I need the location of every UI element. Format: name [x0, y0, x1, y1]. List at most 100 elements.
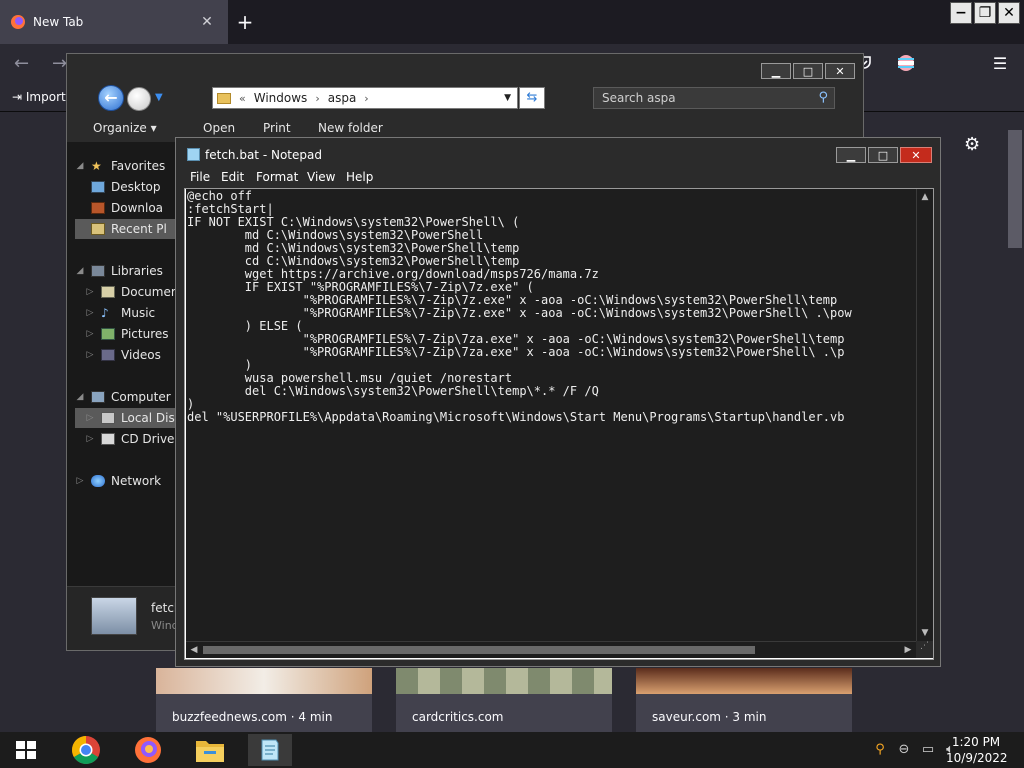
- expand-arrow-icon[interactable]: ◢: [75, 161, 85, 171]
- story-card[interactable]: saveur.com · 3 min: [636, 668, 852, 732]
- story-card[interactable]: buzzfeednews.com · 4 min: [156, 668, 372, 732]
- breadcrumb-overflow[interactable]: «: [239, 92, 246, 105]
- minimize-button[interactable]: −: [950, 2, 972, 24]
- minimize-button[interactable]: ▁: [761, 63, 791, 79]
- taskbar-file-explorer[interactable]: [188, 734, 232, 766]
- sidebar-label: Desktop: [111, 180, 161, 194]
- sidebar-item-network[interactable]: ▷ Network: [75, 471, 179, 491]
- notepad-title-bar[interactable]: fetch.bat - Notepad ▁ □ ✕: [176, 138, 940, 168]
- scroll-left-icon[interactable]: ◀: [186, 642, 202, 658]
- status-icon[interactable]: ⊖: [896, 742, 912, 758]
- forward-arrow-icon[interactable]: →: [52, 53, 67, 74]
- restore-button[interactable]: ❐: [974, 2, 996, 24]
- menu-help[interactable]: Help: [346, 170, 373, 184]
- file-content: @echo off :fetchStart| IF NOT EXIST C:\W…: [187, 189, 852, 424]
- close-button[interactable]: ✕: [998, 2, 1020, 24]
- chevron-right-icon[interactable]: ▷: [75, 476, 85, 486]
- maximize-button[interactable]: □: [868, 147, 898, 163]
- network-icon[interactable]: ▭: [920, 742, 936, 758]
- sidebar-item-documents[interactable]: ▷ Documer: [75, 282, 179, 302]
- toolbar-icons: ☰: [854, 54, 1010, 74]
- sidebar-item-computer[interactable]: ◢ Computer: [75, 387, 179, 407]
- menu-file[interactable]: File: [190, 170, 210, 184]
- chevron-down-icon[interactable]: ▼: [504, 93, 511, 103]
- menu-edit[interactable]: Edit: [221, 170, 244, 184]
- maximize-button[interactable]: □: [793, 63, 823, 79]
- notepad-title: fetch.bat - Notepad: [205, 148, 322, 162]
- sidebar-item-favorites[interactable]: ◢ ★ Favorites: [75, 156, 179, 176]
- search-icon[interactable]: ⚲: [872, 742, 888, 758]
- chevron-right-icon[interactable]: ▷: [85, 434, 95, 444]
- chevron-right-icon[interactable]: ▷: [85, 413, 95, 423]
- breadcrumb-windows[interactable]: Windows: [254, 91, 308, 105]
- extensions-icon[interactable]: [938, 54, 968, 74]
- windows-start-icon[interactable]: [16, 741, 36, 759]
- chevron-right-icon[interactable]: ›: [364, 92, 368, 105]
- chevron-right-icon[interactable]: ›: [315, 92, 319, 105]
- sidebar-item-videos[interactable]: ▷ Videos: [75, 345, 179, 365]
- horizontal-scrollbar[interactable]: ◀ ▶: [186, 641, 916, 658]
- scroll-up-icon[interactable]: ▲: [917, 189, 933, 205]
- horizontal-scroll-thumb[interactable]: [203, 646, 755, 654]
- chevron-right-icon[interactable]: ▷: [85, 287, 95, 297]
- tab-new-tab[interactable]: New Tab ✕: [0, 0, 228, 44]
- back-arrow-icon[interactable]: ←: [14, 53, 29, 74]
- story-source: saveur.com · 3 min: [652, 710, 767, 724]
- sidebar-item-music[interactable]: ▷ ♪ Music: [75, 303, 179, 323]
- menu-format[interactable]: Format: [256, 170, 298, 184]
- tab-close-icon[interactable]: ✕: [198, 14, 216, 30]
- taskbar-firefox[interactable]: [126, 734, 170, 766]
- refresh-button[interactable]: ⇆: [519, 87, 545, 109]
- text-area[interactable]: @echo off :fetchStart| IF NOT EXIST C:\W…: [186, 189, 916, 641]
- gear-icon[interactable]: ⚙: [964, 134, 980, 155]
- open-button[interactable]: Open: [203, 121, 235, 135]
- sidebar-item-pictures[interactable]: ▷ Pictures: [75, 324, 179, 344]
- chevron-right-icon[interactable]: ▷: [85, 350, 95, 360]
- resize-grip-icon[interactable]: ⋰: [916, 641, 933, 658]
- breadcrumb-aspa[interactable]: aspa: [328, 91, 357, 105]
- sidebar-item-downloads[interactable]: Downloa: [75, 198, 179, 218]
- recent-pages-dropdown-icon[interactable]: ▼: [155, 92, 163, 103]
- sidebar-item-desktop[interactable]: Desktop: [75, 177, 179, 197]
- sidebar-label: CD Drive: [121, 432, 175, 446]
- sidebar-item-cd-drive[interactable]: ▷ CD Drive: [75, 429, 179, 449]
- new-folder-button[interactable]: New folder: [318, 121, 383, 135]
- menu-hamburger-icon[interactable]: ☰: [990, 54, 1010, 74]
- taskbar-chrome[interactable]: [64, 734, 108, 766]
- print-button[interactable]: Print: [263, 121, 291, 135]
- address-bar[interactable]: « Windows › aspa › ▼: [212, 87, 518, 109]
- sidebar-item-local-disk[interactable]: ▷ Local Disk: [75, 408, 179, 428]
- close-button[interactable]: ✕: [825, 63, 855, 79]
- menu-view[interactable]: View: [307, 170, 335, 184]
- notepad-window-controls: ▁ □ ✕: [836, 147, 932, 163]
- batch-file-icon: [91, 597, 137, 635]
- close-button[interactable]: ✕: [900, 147, 932, 163]
- new-tab-button[interactable]: +: [234, 11, 256, 33]
- minimize-button[interactable]: ▁: [836, 147, 866, 163]
- page-scroll-thumb[interactable]: [1008, 130, 1022, 248]
- cd-drive-icon: [101, 433, 115, 445]
- notepad-icon: [261, 739, 279, 761]
- expand-arrow-icon[interactable]: ◢: [75, 266, 85, 276]
- system-tray: ⚲ ⊖ ▭ 🔈︎ 1:20 PM 10/9/2022: [844, 732, 1024, 768]
- downloads-icon: [91, 202, 105, 214]
- organize-button[interactable]: Organize ▾: [93, 121, 157, 135]
- search-icon[interactable]: ⚲: [818, 88, 828, 108]
- back-button[interactable]: ←: [98, 85, 124, 111]
- import-bookmarks-link[interactable]: ⇥ Import: [12, 90, 66, 104]
- vertical-scrollbar[interactable]: ▲ ▼: [916, 189, 933, 641]
- taskbar-notepad[interactable]: [248, 734, 292, 766]
- account-avatar-icon[interactable]: [896, 54, 916, 74]
- story-card[interactable]: cardcritics.com: [396, 668, 612, 732]
- forward-button[interactable]: [127, 87, 151, 111]
- search-input[interactable]: Search aspa ⚲: [593, 87, 835, 109]
- sidebar-label: Libraries: [111, 264, 163, 278]
- sidebar-item-libraries[interactable]: ◢ Libraries: [75, 261, 179, 281]
- chevron-right-icon[interactable]: ▷: [85, 329, 95, 339]
- scroll-right-icon[interactable]: ▶: [900, 642, 916, 658]
- system-clock[interactable]: 1:20 PM 10/9/2022: [946, 734, 1008, 766]
- sidebar-item-recent-places[interactable]: Recent Pl: [75, 219, 179, 239]
- scroll-down-icon[interactable]: ▼: [917, 625, 933, 641]
- expand-arrow-icon[interactable]: ◢: [75, 392, 85, 402]
- chevron-right-icon[interactable]: ▷: [85, 308, 95, 318]
